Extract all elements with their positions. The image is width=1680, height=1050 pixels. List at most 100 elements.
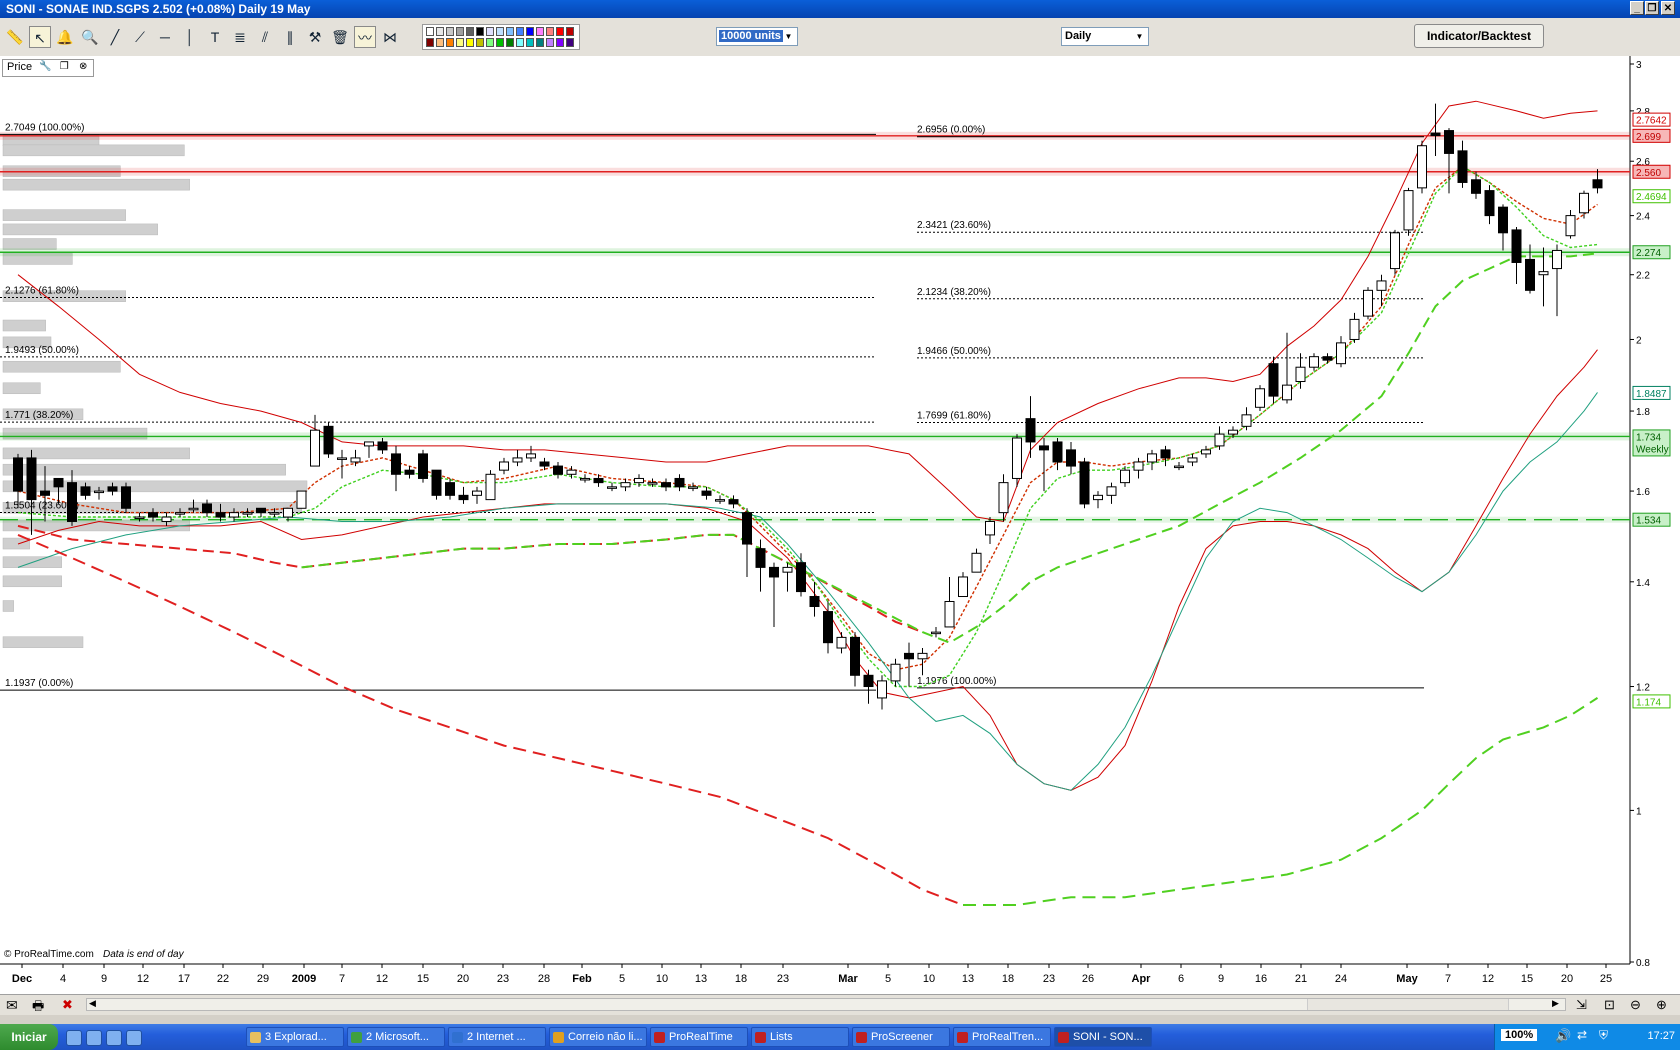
text-icon[interactable]: T — [204, 26, 226, 48]
taskbar-item[interactable]: Correio não li... — [549, 1027, 647, 1047]
price-chart[interactable]: 2.7049 (100.00%) 2.1276 (61.80%) 1.9493 (5… — [0, 56, 1680, 994]
color-swatch[interactable] — [486, 27, 494, 36]
candle-down[interactable] — [1484, 190, 1495, 217]
candle-down[interactable] — [40, 490, 50, 496]
candle-down[interactable] — [1079, 461, 1090, 505]
color-swatch[interactable] — [466, 38, 474, 47]
channel-icon[interactable]: ⫽ — [254, 26, 276, 48]
fibonacci-icon[interactable]: ≣ — [229, 26, 251, 48]
candle-up[interactable] — [944, 600, 955, 628]
scrollbar-thumb[interactable] — [1307, 999, 1509, 1010]
candle-down[interactable] — [121, 486, 131, 509]
alarm-icon[interactable]: 🔔 — [54, 26, 76, 48]
candle-down[interactable] — [1052, 441, 1063, 463]
taskbar-item[interactable]: ProRealTime — [650, 1027, 748, 1047]
folder-icon[interactable] — [106, 1030, 122, 1046]
candle-down[interactable] — [1066, 449, 1076, 467]
close-panel-icon[interactable]: ⊗ — [77, 61, 89, 73]
candle-down[interactable] — [256, 507, 266, 514]
candle-up[interactable] — [634, 477, 644, 484]
color-swatch[interactable] — [496, 38, 504, 47]
candle-up[interactable] — [931, 631, 941, 635]
candle-down[interactable] — [53, 477, 64, 488]
color-swatch[interactable] — [426, 27, 434, 36]
candle-up[interactable] — [1349, 318, 1360, 340]
candle-down[interactable] — [458, 494, 469, 501]
parallel-lines-icon[interactable]: ∥ — [279, 26, 301, 48]
candle-down[interactable] — [377, 441, 388, 451]
taskbar-item[interactable]: Lists — [751, 1027, 849, 1047]
candle-down[interactable] — [674, 477, 685, 488]
candle-up[interactable] — [1120, 469, 1130, 484]
candle-up[interactable] — [296, 490, 307, 509]
taskbar-item[interactable]: 2 Microsoft... — [347, 1027, 445, 1047]
candle-up[interactable] — [283, 507, 293, 518]
candle-down[interactable] — [809, 596, 820, 608]
candle-up[interactable] — [1255, 388, 1265, 408]
close-button[interactable]: ✕ — [1661, 1, 1675, 15]
candle-down[interactable] — [539, 461, 550, 467]
candle-up[interactable] — [998, 482, 1009, 514]
candle-down[interactable] — [904, 652, 914, 660]
pattern-icon[interactable]: ⋈ — [379, 26, 401, 48]
fit-icon[interactable]: ⇲ — [1576, 997, 1587, 1013]
taskbar-item[interactable]: SONI - SON... — [1054, 1027, 1152, 1047]
candle-up[interactable] — [1201, 449, 1211, 455]
taskbar-item[interactable]: 2 Internet ... — [448, 1027, 546, 1047]
trendline-icon[interactable]: ⟋ — [129, 26, 151, 48]
candle-down[interactable] — [863, 674, 874, 688]
candle-up[interactable] — [161, 516, 172, 522]
candle-up[interactable] — [472, 490, 482, 496]
candle-down[interactable] — [661, 482, 671, 488]
candle-up[interactable] — [917, 652, 928, 660]
candle-up[interactable] — [985, 520, 995, 536]
network-icon[interactable]: ⇄ — [1577, 1028, 1587, 1042]
color-swatch[interactable] — [496, 27, 504, 36]
candle-up[interactable] — [134, 516, 145, 520]
candle-up[interactable] — [1012, 437, 1022, 479]
color-swatch[interactable] — [476, 38, 484, 47]
candle-down[interactable] — [850, 636, 860, 676]
candle-down[interactable] — [391, 453, 401, 475]
candle-up[interactable] — [566, 469, 577, 475]
scroll-right-arrow-icon[interactable]: ▶ — [1552, 998, 1559, 1009]
color-swatch[interactable] — [486, 38, 494, 47]
candle-up[interactable] — [1336, 342, 1346, 365]
candle-up[interactable] — [1228, 429, 1238, 435]
candle-up[interactable] — [877, 680, 887, 699]
color-swatch[interactable] — [566, 38, 574, 47]
units-select[interactable]: 10000 units ▼ — [716, 27, 798, 46]
candle-down[interactable] — [13, 457, 23, 492]
ie-icon[interactable] — [66, 1030, 82, 1046]
candle-up[interactable] — [647, 482, 658, 485]
candle-up[interactable] — [499, 461, 509, 471]
color-swatch[interactable] — [536, 38, 544, 47]
color-swatch[interactable] — [436, 27, 444, 36]
zoom-box-icon[interactable]: ⊡ — [1604, 997, 1615, 1013]
candle-down[interactable] — [148, 512, 158, 518]
horizontal-line-icon[interactable]: ─ — [154, 26, 176, 48]
horizontal-scrollbar[interactable] — [86, 998, 1566, 1011]
color-swatch[interactable] — [436, 38, 444, 47]
line-icon[interactable]: ╱ — [104, 26, 126, 48]
candle-up[interactable] — [526, 453, 536, 459]
color-swatch[interactable] — [426, 38, 434, 47]
indicator-icon[interactable]: 〰 — [354, 26, 376, 48]
cursor-icon[interactable]: ↖ — [29, 26, 51, 48]
candle-down[interactable] — [1525, 258, 1535, 291]
scroll-left-arrow-icon[interactable]: ◀ — [89, 998, 96, 1009]
candle-down[interactable] — [742, 512, 752, 545]
candle-down[interactable] — [26, 457, 37, 501]
candle-down[interactable] — [1457, 150, 1468, 183]
vertical-line-icon[interactable]: │ — [179, 26, 201, 48]
start-button[interactable]: Iniciar — [0, 1024, 58, 1050]
color-swatch[interactable] — [516, 38, 524, 47]
taskbar-item[interactable]: ProRealTren... — [953, 1027, 1051, 1047]
candle-up[interactable] — [1241, 414, 1252, 427]
candle-up[interactable] — [1133, 461, 1144, 471]
candle-down[interactable] — [1322, 356, 1333, 361]
candle-up[interactable] — [364, 441, 374, 447]
candle-down[interactable] — [1268, 363, 1279, 397]
zoom-icon[interactable]: 🔍 — [79, 26, 101, 48]
chart-area[interactable]: 2.7049 (100.00%) 2.1276 (61.80%) 1.9493 (5… — [0, 56, 1680, 994]
